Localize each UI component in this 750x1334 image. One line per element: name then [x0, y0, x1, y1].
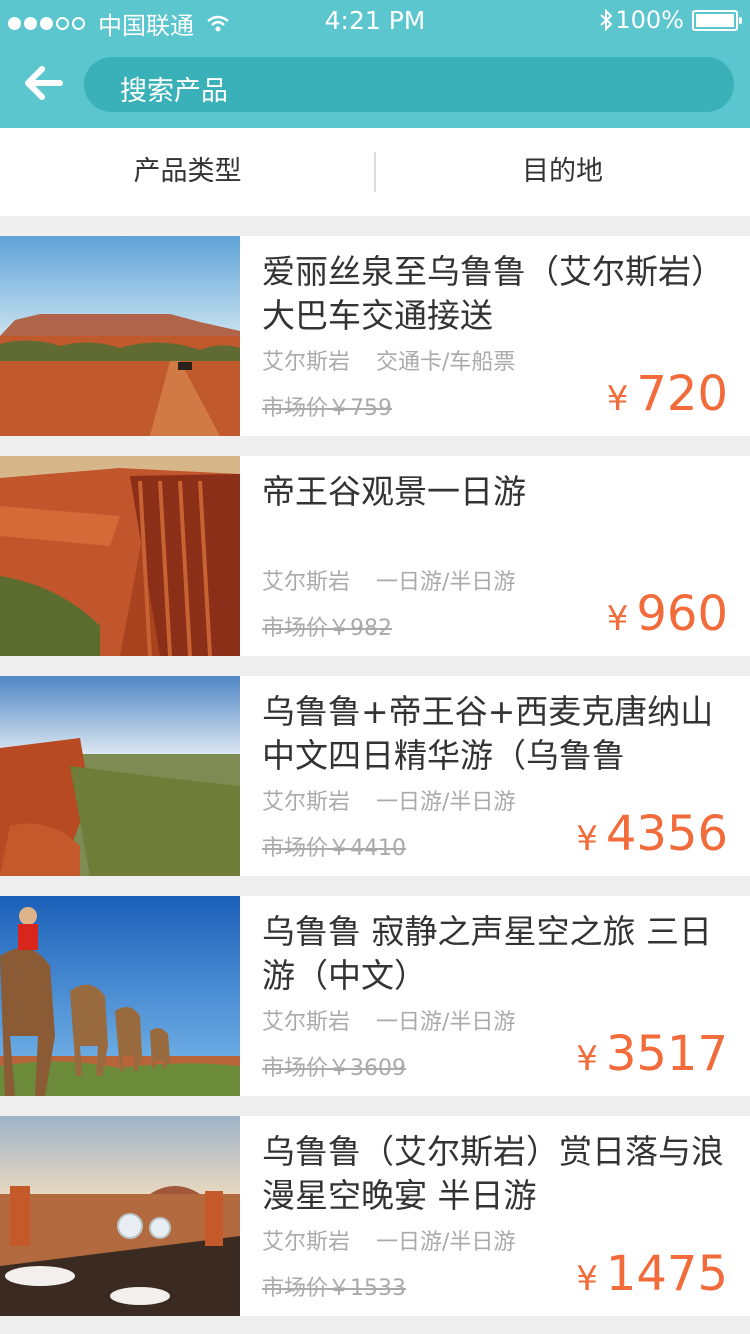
- product-title: 乌鲁鲁（艾尔斯岩）赏日落与浪漫星空晚宴 半日游: [262, 1132, 724, 1215]
- product-category: 一日游/半日游: [376, 1230, 516, 1255]
- product-price: ¥ 960: [607, 586, 728, 647]
- product-location: 艾尔斯岩: [262, 570, 351, 595]
- product-title: 帝王谷观景一日游: [262, 472, 526, 511]
- product-card[interactable]: 爱丽丝泉至乌鲁鲁（艾尔斯岩）大巴车交通接送 艾尔斯岩 交通卡/车船票 市场价￥7…: [0, 236, 750, 436]
- product-location: 艾尔斯岩: [262, 790, 351, 815]
- filter-bar: 产品类型 目的地: [0, 128, 750, 216]
- product-category: 一日游/半日游: [376, 790, 516, 815]
- product-category: 一日游/半日游: [376, 1010, 516, 1035]
- product-type-filter[interactable]: 产品类型: [0, 128, 375, 216]
- price-value: 720: [636, 366, 728, 422]
- product-card[interactable]: 乌鲁鲁 寂静之声星空之旅 三日游（中文） 艾尔斯岩 一日游/半日游 市场价￥36…: [0, 896, 750, 1096]
- product-title: 乌鲁鲁+帝王谷+西麦克唐纳山 中文四日精华游（乌鲁鲁: [262, 692, 714, 775]
- product-category: 交通卡/车船票: [376, 350, 516, 375]
- market-price: 市场价￥4410: [262, 836, 406, 861]
- product-price: ¥ 1475: [576, 1246, 728, 1307]
- currency-symbol: ¥: [576, 1039, 598, 1079]
- product-card[interactable]: 乌鲁鲁（艾尔斯岩）赏日落与浪漫星空晚宴 半日游 艾尔斯岩 一日游/半日游 市场价…: [0, 1116, 750, 1316]
- back-arrow-icon[interactable]: [22, 62, 64, 104]
- product-title: 乌鲁鲁 寂静之声星空之旅 三日游（中文）: [262, 912, 712, 995]
- status-bar: 中国联通 4:21 PM 100%: [0, 0, 750, 40]
- product-title: 爱丽丝泉至乌鲁鲁（艾尔斯岩）大巴车交通接送: [262, 252, 724, 335]
- product-category: 一日游/半日游: [376, 570, 516, 595]
- product-image: [0, 896, 240, 1096]
- battery-percent: 100%: [615, 6, 684, 34]
- price-value: 960: [636, 586, 728, 642]
- product-price: ¥ 4356: [576, 806, 728, 867]
- currency-symbol: ¥: [606, 599, 629, 639]
- product-card[interactable]: 乌鲁鲁+帝王谷+西麦克唐纳山 中文四日精华游（乌鲁鲁 艾尔斯岩 一日游/半日游 …: [0, 676, 750, 876]
- market-price: 市场价￥982: [262, 616, 392, 641]
- product-location: 艾尔斯岩: [262, 1010, 351, 1035]
- price-value: 4356: [605, 806, 728, 862]
- market-price: 市场价￥1533: [262, 1276, 406, 1301]
- currency-symbol: ¥: [576, 1259, 598, 1299]
- app-header: 中国联通 4:21 PM 100% 搜索产品: [0, 0, 750, 128]
- market-price: 市场价￥759: [262, 396, 392, 421]
- bluetooth-icon: [600, 9, 613, 31]
- destination-filter[interactable]: 目的地: [375, 128, 750, 216]
- battery-icon: [692, 9, 742, 31]
- product-price: ¥ 720: [607, 366, 728, 427]
- product-image: [0, 1116, 240, 1316]
- currency-symbol: ¥: [576, 819, 598, 859]
- product-location: 艾尔斯岩: [262, 1230, 351, 1255]
- product-image: [0, 236, 240, 436]
- search-placeholder: 搜索产品: [120, 76, 228, 107]
- currency-symbol: ¥: [606, 379, 629, 419]
- price-value: 1475: [605, 1246, 728, 1302]
- market-price: 市场价￥3609: [262, 1056, 406, 1081]
- product-card[interactable]: 帝王谷观景一日游 艾尔斯岩 一日游/半日游 市场价￥982 ¥ 960: [0, 456, 750, 656]
- status-right: 100%: [599, 6, 742, 34]
- product-image: [0, 676, 240, 876]
- product-image: [0, 456, 240, 656]
- search-input[interactable]: 搜索产品: [84, 57, 734, 112]
- product-price: ¥ 3517: [576, 1026, 728, 1087]
- product-location: 艾尔斯岩: [262, 350, 351, 375]
- price-value: 3517: [605, 1026, 728, 1082]
